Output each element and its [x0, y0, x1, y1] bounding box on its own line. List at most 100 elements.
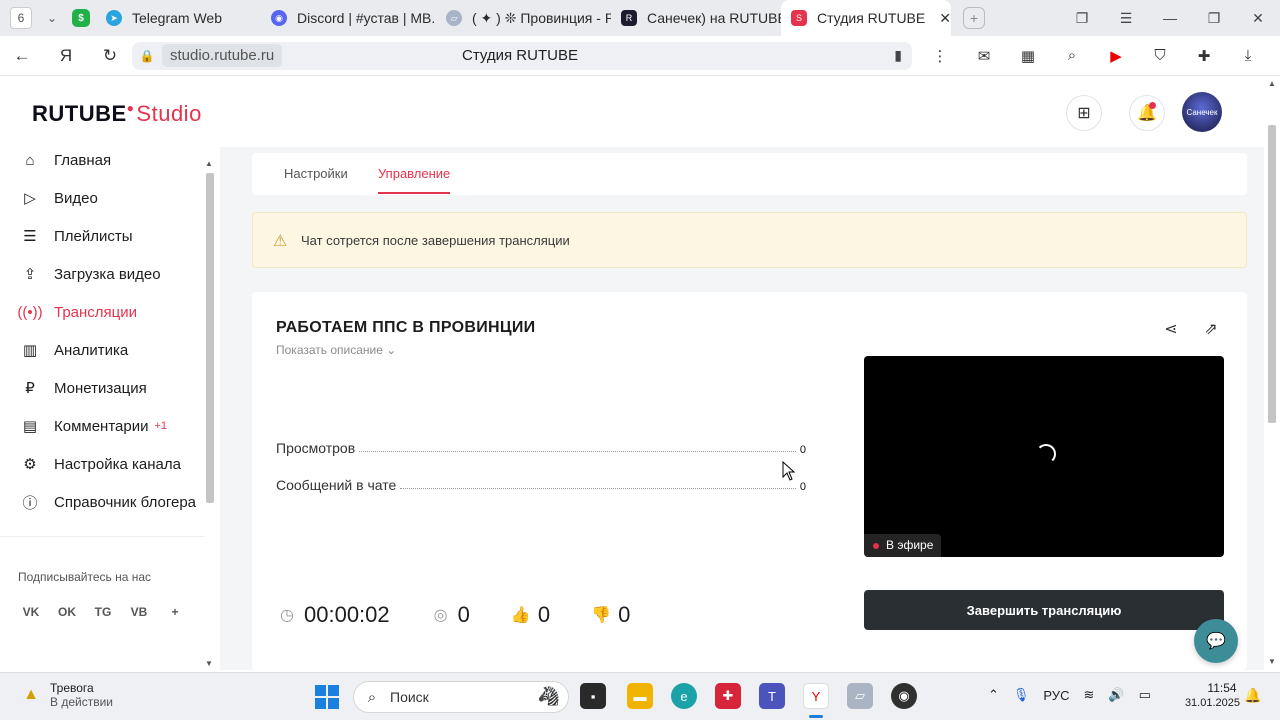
sidebar-item-channel-settings[interactable]: ⚙ Настройка канала [20, 450, 181, 478]
windows-start-icon[interactable] [315, 685, 339, 709]
tab-management[interactable]: Управление [378, 166, 450, 181]
pinned-tab-icon[interactable]: $ [72, 9, 90, 27]
window-controls: ❐ ☰ — ❐ ✕ [1060, 0, 1280, 36]
volume-icon[interactable]: 🔊 [1108, 687, 1124, 703]
search-icon[interactable]: ⌕ [1050, 47, 1094, 64]
scroll-down-icon[interactable]: ▼ [205, 659, 213, 668]
telegram-icon[interactable]: TG [90, 599, 116, 625]
avatar[interactable]: Санечек [1182, 92, 1222, 132]
file-explorer-icon[interactable]: ▬ [627, 683, 653, 709]
taskbar-search[interactable]: ⌕ Поиск 🦓 [353, 681, 569, 713]
close-icon[interactable]: ✕ [939, 10, 951, 27]
close-window-icon[interactable]: ✕ [1236, 10, 1280, 27]
menu-icon[interactable]: ☰ [1104, 10, 1148, 27]
sidebar-item-video[interactable]: ▷ Видео [20, 184, 98, 212]
battery-icon[interactable]: ▭ [1139, 687, 1151, 703]
video-icon: ▷ [24, 190, 36, 207]
clock[interactable]: 11:54 31.01.2025 [1185, 681, 1240, 709]
stat-label: Просмотров [276, 440, 356, 456]
social-links: VK OK TG VB + [18, 599, 198, 625]
gift-icon[interactable]: ✚ [715, 683, 741, 709]
minimize-icon[interactable]: — [1148, 10, 1192, 26]
scroll-up-icon[interactable]: ▲ [205, 159, 213, 168]
tab-settings[interactable]: Настройки [284, 166, 348, 181]
create-button[interactable]: ⊞ [1066, 95, 1102, 131]
share-icon[interactable]: ⋖ [1160, 318, 1182, 340]
notifications-button[interactable]: 🔔 [1129, 95, 1165, 131]
external-link-icon[interactable]: ⇗ [1200, 318, 1222, 340]
language-indicator[interactable]: РУС [1043, 688, 1069, 703]
chevron-down-icon: ⌄ [386, 343, 397, 357]
url-field[interactable]: 🔒 studio.rutube.ru Студия RUTUBE ▮ [132, 41, 912, 70]
more-icon[interactable]: ⋮ [918, 47, 962, 65]
sidebar-item-upload[interactable]: ⇪ Загрузка видео [20, 260, 161, 288]
task-view-icon[interactable]: ▪ [580, 683, 606, 709]
end-broadcast-button[interactable]: Завершить трансляцию [864, 590, 1224, 630]
bookmark-icon[interactable]: ▮ [894, 47, 902, 64]
tab-count-button[interactable]: 6 [10, 7, 32, 29]
sidebar-item-analytics[interactable]: ▥ Аналитика [20, 336, 128, 364]
app-icon[interactable]: ▱ [847, 683, 873, 709]
rutube-studio-logo[interactable]: RUTUBE●Studio [32, 101, 202, 127]
tab-rutube-channel[interactable]: R Санечек) на RUTUBE [611, 0, 781, 36]
gear-icon: ⚙ [23, 456, 37, 473]
sidebar-scrollbar[interactable]: ▲ ▼ [204, 159, 216, 670]
scroll-down-icon[interactable]: ▼ [1268, 657, 1276, 666]
teams-icon[interactable]: T [759, 683, 785, 709]
info-icon: ⓘ [22, 494, 38, 512]
sidebar-item-comments[interactable]: ▤ Комментарии +1 [20, 412, 167, 440]
clock-date: 31.01.2025 [1184, 697, 1240, 709]
chevron-up-icon[interactable]: ⌃ [988, 687, 999, 703]
maximize-icon[interactable]: ❐ [1192, 10, 1236, 27]
wifi-icon[interactable]: ≋ [1083, 687, 1094, 703]
puzzle-icon[interactable]: ✚ [1182, 47, 1226, 65]
sidebar-item-broadcasts[interactable]: ((•)) Трансляции [17, 298, 137, 326]
search-icon: ⌕ [367, 688, 377, 706]
scrollbar-thumb[interactable] [1268, 125, 1276, 423]
bookmarks-icon[interactable]: ❐ [1060, 10, 1104, 27]
thumbs-down-icon: 👎 [591, 607, 612, 624]
yandex-browser-icon[interactable]: Y [803, 683, 829, 709]
dzen-icon[interactable]: + [162, 599, 188, 625]
sidebar-item-monetization[interactable]: ₽ Монетизация [20, 374, 146, 402]
stat-label: Сообщений в чате [276, 477, 397, 493]
extension-icon[interactable]: ▦ [1006, 47, 1050, 65]
new-tab-button[interactable]: + [963, 7, 985, 29]
tab-label: Студия RUTUBE [817, 10, 926, 26]
tab-telegram[interactable]: ➤ Telegram Web [96, 0, 261, 36]
scrollbar-thumb[interactable] [206, 173, 214, 503]
tab-discord[interactable]: ◉ Discord | #устав | МВ... [261, 0, 436, 36]
shield-icon[interactable]: ⛉ [1138, 47, 1182, 64]
viber-icon[interactable]: VB [126, 599, 152, 625]
mail-icon[interactable]: ✉ [962, 47, 1006, 65]
discord-icon: ◉ [271, 10, 287, 26]
live-dot [873, 543, 879, 549]
tab-province[interactable]: ▱ ( ✦ ) ❊ Провинция - Р [436, 0, 611, 36]
reload-icon[interactable]: ↻ [88, 46, 132, 66]
ok-icon[interactable]: OK [54, 599, 80, 625]
show-description-label: Показать описание [276, 343, 383, 357]
download-icon[interactable]: ⤓ [1226, 47, 1270, 64]
lock-icon[interactable]: 🔒 [132, 49, 162, 63]
chevron-down-icon[interactable]: ⌄ [40, 6, 64, 30]
back-icon[interactable]: ← [0, 46, 44, 66]
show-description-toggle[interactable]: Показать описание ⌄ [276, 343, 396, 357]
sidebar-item-home[interactable]: ⌂ Главная [20, 146, 111, 174]
obs-icon[interactable]: ◉ [891, 683, 917, 709]
page-scrollbar[interactable]: ▲ ▼ [1264, 77, 1280, 670]
sidebar-item-blogger-guide[interactable]: ⓘ Справочник блогера [20, 488, 196, 516]
edge-icon[interactable]: e [671, 683, 697, 709]
microphone-icon[interactable]: 🎙 [1013, 687, 1030, 703]
stream-preview-player[interactable]: В эфире [864, 356, 1224, 557]
youtube-icon[interactable]: ▶ [1094, 47, 1138, 65]
tab-rutube-studio[interactable]: S Студия RUTUBE ✕ [781, 0, 951, 36]
support-chat-button[interactable]: 💬 [1194, 619, 1238, 663]
yandex-icon[interactable]: Я [44, 46, 88, 66]
vk-icon[interactable]: VK [18, 599, 44, 625]
likes-counter: 👍 0 [510, 602, 550, 628]
notification-bell-icon[interactable]: 🔔 [1244, 687, 1261, 704]
alert-widget[interactable]: ▲ Тревога В действии [20, 681, 113, 709]
sidebar-item-playlists[interactable]: ☰ Плейлисты [20, 222, 132, 250]
scroll-up-icon[interactable]: ▲ [1268, 79, 1276, 88]
clock-time: 11:54 [1207, 681, 1237, 695]
